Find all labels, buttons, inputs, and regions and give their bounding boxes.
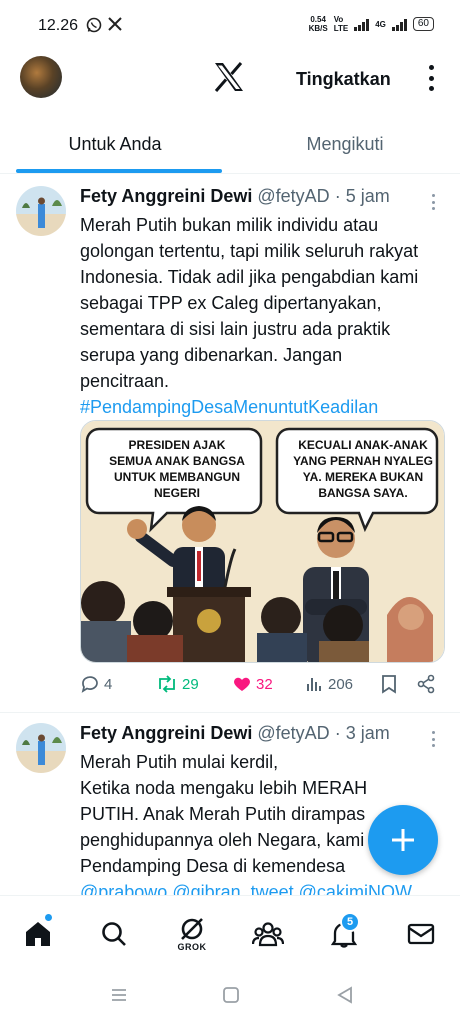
tweet-image[interactable]: PRESIDEN AJAK SEMUA ANAK BANGSA UNTUK ME…	[80, 420, 445, 663]
notification-badge: 5	[340, 912, 360, 932]
whatsapp-icon	[86, 17, 102, 33]
network-type: 4G	[375, 19, 386, 29]
plus-icon	[392, 829, 414, 851]
tweet-time[interactable]: 5 jam	[346, 186, 390, 206]
reply-button[interactable]: 4	[80, 674, 112, 694]
author-avatar[interactable]	[16, 186, 66, 236]
tweet-actions: 4 29 32 206	[80, 674, 440, 700]
views-button[interactable]: 206	[304, 674, 353, 694]
share-icon	[417, 674, 435, 694]
share-button[interactable]	[416, 674, 436, 694]
repost-icon	[159, 675, 175, 693]
active-tab-indicator	[16, 169, 222, 173]
profile-avatar[interactable]	[20, 56, 62, 98]
home-icon	[26, 922, 50, 946]
author-handle[interactable]: @fetyAD	[257, 723, 329, 743]
bubble-left-line: NEGERI	[154, 486, 200, 500]
tweet-header: Fety Anggreini Dewi @fetyAD · 5 jam	[80, 186, 390, 206]
nav-search[interactable]	[96, 916, 132, 952]
grok-icon	[181, 918, 203, 940]
bubble-right-line: BANGSA SAYA.	[318, 486, 407, 500]
repost-button[interactable]: 29	[156, 674, 199, 694]
heart-icon	[234, 677, 250, 691]
author-avatar[interactable]	[16, 723, 66, 773]
system-navigation-bar	[0, 970, 460, 1024]
bookmark-icon	[382, 675, 396, 694]
nav-communities[interactable]	[250, 916, 286, 952]
views-icon	[307, 678, 321, 691]
author-name[interactable]: Fety Anggreini Dewi	[80, 186, 252, 206]
top-app-bar: Tingkatkan	[0, 52, 460, 110]
home-unread-dot	[44, 913, 53, 922]
author-handle[interactable]: @fetyAD	[257, 186, 329, 206]
tweet-time[interactable]: 3 jam	[346, 723, 390, 743]
communities-icon	[252, 922, 284, 947]
x-logo-icon[interactable]	[213, 62, 245, 92]
compose-post-button[interactable]	[368, 805, 438, 875]
tweet-text: Merah Putih bukan milik individu atau go…	[80, 212, 420, 420]
mention-links[interactable]: @prabowo @gibran_tweet @cakimiNOW	[80, 879, 450, 895]
hashtag-link[interactable]: #PendampingDesaMenuntutKeadilan	[80, 394, 420, 420]
nav-grok[interactable]: GROK	[174, 916, 210, 960]
bubble-right-line: YANG PERNAH NYALEG	[293, 454, 433, 468]
bookmark-button[interactable]	[380, 674, 398, 694]
comic-illustration: PRESIDEN AJAK SEMUA ANAK BANGSA UNTUK ME…	[81, 421, 444, 662]
reply-icon	[81, 676, 98, 693]
grok-label: GROK	[177, 942, 207, 952]
search-icon	[102, 922, 126, 946]
bubble-left-line: UNTUK MEMBANGUN	[114, 470, 240, 484]
more-options-icon[interactable]	[424, 65, 438, 91]
volte-indicator: Vo LTE	[333, 15, 349, 33]
nav-messages[interactable]	[403, 916, 439, 952]
signal-icon	[354, 17, 370, 31]
back-icon[interactable]	[336, 986, 354, 1004]
home-button-icon[interactable]	[222, 986, 240, 1004]
tweet-more-icon[interactable]	[432, 194, 436, 210]
tweet-more-icon[interactable]	[432, 731, 436, 747]
tab-following[interactable]: Mengikuti	[230, 118, 460, 173]
tab-for-you[interactable]: Untuk Anda	[0, 118, 230, 173]
mail-icon	[407, 923, 435, 945]
author-name[interactable]: Fety Anggreini Dewi	[80, 723, 252, 743]
bubble-right-line: YA. MEREKA BUKAN	[303, 470, 423, 484]
like-button[interactable]: 32	[232, 674, 273, 694]
bottom-navigation: GROK 5	[0, 895, 460, 970]
bubble-left-line: PRESIDEN AJAK	[129, 438, 226, 452]
status-bar: 12.26 0.54 KB/S Vo LTE 4G 60	[0, 0, 460, 52]
battery-icon: 60	[412, 17, 434, 31]
recent-apps-icon[interactable]	[110, 986, 128, 1004]
signal-icon-2	[391, 17, 407, 31]
net-speed: 0.54 KB/S	[308, 15, 328, 33]
bubble-right-line: KECUALI ANAK-ANAK	[298, 438, 428, 452]
tweet[interactable]: Fety Anggreini Dewi @fetyAD · 5 jam Mera…	[0, 176, 460, 712]
bubble-left-line: SEMUA ANAK BANGSA	[109, 454, 245, 468]
upgrade-button[interactable]: Tingkatkan	[296, 69, 391, 90]
status-time: 12.26	[38, 17, 79, 34]
feed-tabs: Untuk Anda Mengikuti	[0, 118, 460, 174]
x-notification-icon	[108, 17, 122, 31]
tweet-header: Fety Anggreini Dewi @fetyAD · 3 jam	[80, 723, 390, 743]
